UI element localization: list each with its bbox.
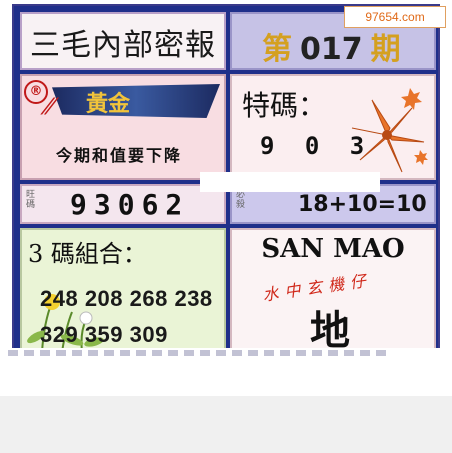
lily-flower-icon bbox=[351, 88, 428, 173]
issue-label: 第 017 期 bbox=[262, 24, 401, 68]
combo-cell: 3 碼組合： 248 208 268 238 329 359 309 bbox=[20, 228, 226, 354]
wang-cell: 旺碼 93062 bbox=[20, 184, 226, 224]
combo-line-2: 329 359 309 bbox=[40, 322, 168, 347]
gold-cell: ® ⁄⁄ 黃金 今期和值要下降 bbox=[20, 74, 226, 180]
calc-expression: 18+10=10 bbox=[298, 192, 427, 217]
combo-title: 3 碼組合： bbox=[28, 240, 147, 268]
watermark-badge: 97654.com bbox=[344, 6, 446, 28]
slash-mark-icon: ⁄⁄ bbox=[46, 94, 54, 120]
wang-tag: 旺碼 bbox=[26, 190, 36, 210]
special-cell: 特碼： 9 0 3 bbox=[230, 74, 436, 180]
registered-icon: ® bbox=[24, 80, 48, 104]
sanmao-big-character: 地 bbox=[310, 307, 350, 354]
issue-suffix: 期 bbox=[370, 32, 401, 67]
gold-label: 黃金 bbox=[86, 91, 131, 117]
sanmao-cell: SAN MAO 水中玄機仔 地 bbox=[230, 228, 436, 354]
bottom-area bbox=[0, 396, 452, 453]
issue-prefix: 第 bbox=[262, 32, 292, 67]
board-title: 三毛內部密報 bbox=[30, 28, 216, 63]
calc-tag: 必殺 bbox=[236, 190, 246, 210]
redaction-bar bbox=[200, 172, 380, 192]
gold-note: 今期和值要下降 bbox=[56, 146, 183, 165]
combo-line-1: 248 208 268 238 bbox=[40, 286, 213, 311]
faded-text-strip bbox=[8, 350, 388, 356]
wang-numbers: 93062 bbox=[70, 188, 190, 221]
title-cell: 三毛內部密報 bbox=[20, 12, 226, 70]
issue-number: 017 bbox=[300, 32, 363, 67]
sanmao-title: SAN MAO bbox=[261, 234, 405, 264]
special-label: 特碼： bbox=[242, 89, 327, 122]
lottery-board: 三毛內部密報 第017期 ® ⁄⁄ 黃金 今期和值要下降 特碼： 9 0 3 bbox=[12, 4, 440, 380]
